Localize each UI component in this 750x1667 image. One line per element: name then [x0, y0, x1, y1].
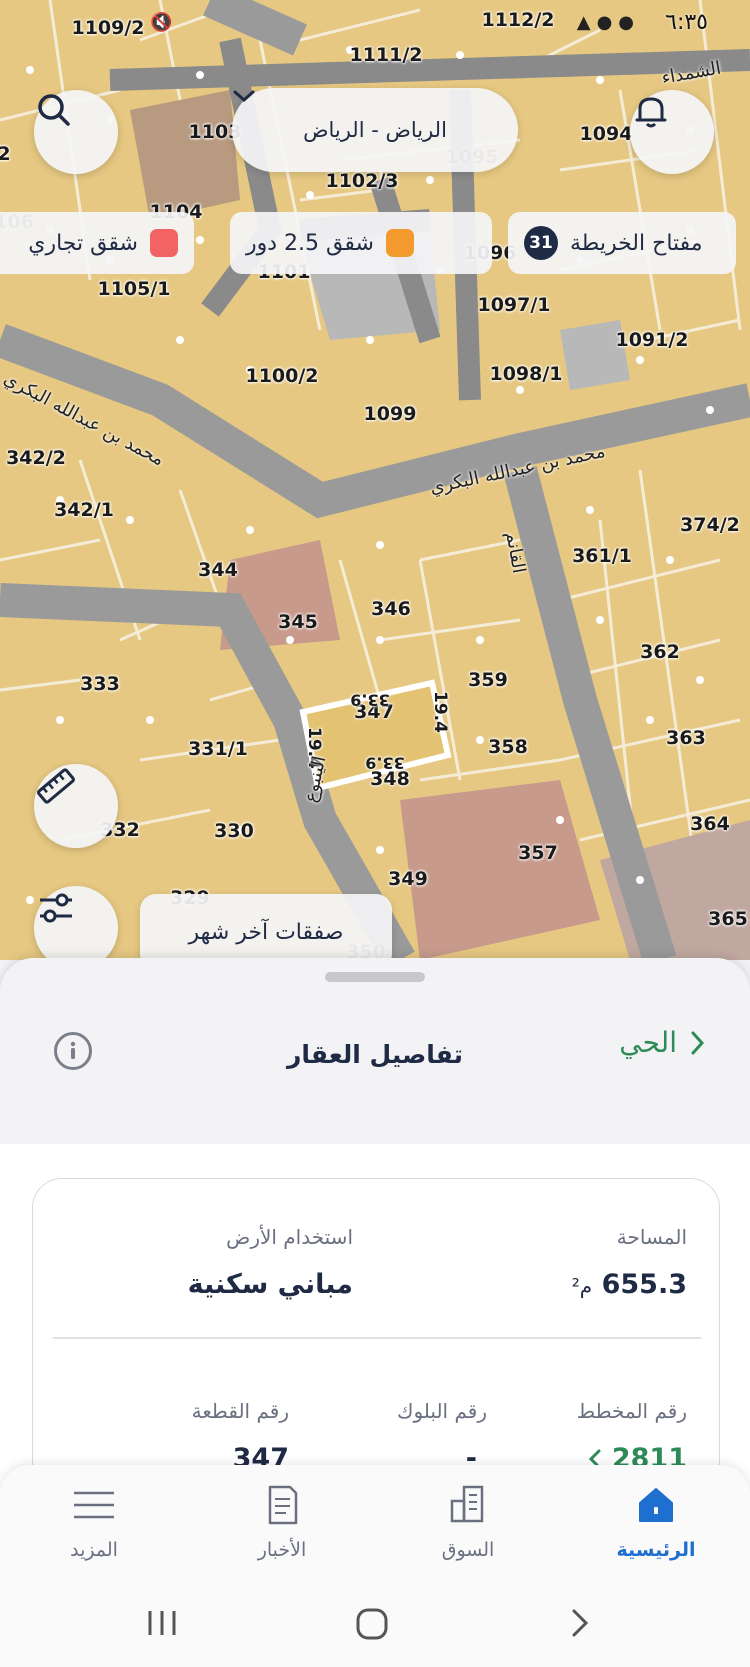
legend-item-commercial[interactable]: شقق تجاري: [0, 212, 194, 274]
plot-label[interactable]: 365: [708, 908, 748, 930]
bottom-nav: الرئيسية السوق الأخبار المزيد: [0, 1465, 750, 1585]
status-bar: 🔇 ▲●● ٦:٣٥: [0, 4, 750, 44]
city-selector[interactable]: الرياض - الرياض: [232, 88, 518, 172]
plot-label[interactable]: 1105/1: [97, 278, 170, 300]
plot-label[interactable]: 364: [690, 813, 730, 835]
plot-label[interactable]: 345: [278, 611, 318, 633]
area-label: المساحة: [616, 1225, 687, 1249]
city-selector-label: الرياض - الرياض: [303, 118, 447, 142]
notifications-button[interactable]: [630, 90, 714, 174]
plot-label[interactable]: 330: [214, 820, 254, 842]
nav-market[interactable]: السوق: [408, 1483, 528, 1561]
parcel-number-label: رقم القطعة: [191, 1399, 289, 1423]
mute-icon: 🔇: [150, 12, 173, 33]
menu-icon: [74, 1491, 114, 1519]
search-button[interactable]: [34, 90, 118, 174]
buildings-icon: [450, 1485, 484, 1523]
filter-button[interactable]: [34, 886, 118, 960]
home-icon: [639, 1488, 673, 1522]
legend-swatch: [150, 229, 178, 257]
news-icon: [268, 1485, 298, 1525]
plot-label[interactable]: 349: [388, 868, 428, 890]
legend-item-label: شقق تجاري: [28, 230, 138, 256]
nav-more[interactable]: المزيد: [34, 1483, 154, 1561]
plot-label[interactable]: 344: [198, 559, 238, 581]
dimension-label: 19.4: [430, 691, 450, 733]
plot-label[interactable]: 358: [488, 736, 528, 758]
recent-deals-button[interactable]: صفقات آخر شهر: [140, 894, 392, 960]
bell-icon: [635, 97, 667, 128]
nav-news[interactable]: الأخبار: [222, 1483, 342, 1561]
chevron-down-icon: [233, 90, 255, 103]
home-system-icon[interactable]: [356, 1608, 388, 1640]
nav-home-label: الرئيسية: [616, 1539, 696, 1561]
card-divider: [53, 1337, 701, 1339]
recent-apps-icon[interactable]: [148, 1611, 176, 1635]
nav-news-label: الأخبار: [257, 1539, 307, 1561]
info-icon[interactable]: [54, 1032, 92, 1070]
plot-label[interactable]: 333: [80, 673, 120, 695]
plot-label[interactable]: 361/1: [572, 545, 632, 567]
plot-label[interactable]: 1094: [580, 123, 633, 145]
status-time: ٦:٣٥: [665, 10, 708, 35]
nav-home[interactable]: الرئيسية: [596, 1483, 716, 1561]
map-key-chip[interactable]: 31 مفتاح الخريطة: [508, 212, 736, 274]
map-key-count: 31: [524, 226, 558, 260]
plot-label[interactable]: 1091/2: [615, 329, 688, 351]
map-key-label: مفتاح الخريطة: [570, 230, 703, 256]
measure-button[interactable]: [34, 764, 118, 848]
area-number: 655.3: [601, 1269, 687, 1300]
plot-label[interactable]: 342/2: [6, 447, 66, 469]
plot-label[interactable]: 1100/2: [245, 365, 318, 387]
sliders-icon: [40, 893, 72, 923]
dimension-label: 33.9: [365, 753, 405, 773]
plot-label[interactable]: 2: [0, 143, 11, 165]
search-icon: [38, 94, 70, 126]
plot-label[interactable]: 1097/1: [477, 294, 550, 316]
plot-label[interactable]: 1098/1: [489, 363, 562, 385]
sheet-drag-handle[interactable]: [325, 972, 425, 982]
map-view[interactable]: 1109/2 1112/2 1111/2 1103 1095 1094 1102…: [0, 0, 750, 960]
plot-label[interactable]: 359: [468, 669, 508, 691]
plot-label[interactable]: 1102/3: [325, 170, 398, 192]
plot-label[interactable]: 346: [371, 598, 411, 620]
sheet-title: تفاصيل العقار: [287, 1040, 463, 1069]
legend-item-label: شقق 2.5 دور: [246, 230, 374, 256]
dimension-label: 33.9: [350, 690, 390, 710]
land-use-label: استخدام الأرض: [226, 1225, 353, 1249]
plan-number-label: رقم المخطط: [576, 1399, 687, 1423]
ruler-icon: [37, 768, 75, 804]
system-navigation-bar: [0, 1585, 750, 1667]
back-system-icon[interactable]: [572, 1609, 589, 1637]
nav-more-label: المزيد: [70, 1539, 118, 1561]
plot-label[interactable]: 374/2: [680, 514, 740, 536]
land-use-value: مباني سكنية: [187, 1269, 353, 1300]
plot-label[interactable]: 342/1: [54, 499, 114, 521]
plot-label[interactable]: 357: [518, 842, 558, 864]
legend-item-apartments[interactable]: شقق 2.5 دور: [230, 212, 492, 274]
plot-label[interactable]: 1111/2: [349, 44, 422, 66]
area-value: 655.3 م²: [572, 1269, 687, 1300]
sheet-header: الحي تفاصيل العقار: [0, 988, 750, 1098]
recent-deals-label: صفقات آخر شهر: [188, 919, 344, 945]
notification-icons: ▲●●: [576, 12, 640, 33]
plot-label[interactable]: 1099: [364, 403, 417, 425]
plot-label[interactable]: 363: [666, 727, 706, 749]
nav-market-label: السوق: [441, 1539, 495, 1561]
plot-label[interactable]: 331/1: [188, 738, 248, 760]
area-unit: م²: [571, 1274, 593, 1298]
plot-label[interactable]: 362: [640, 641, 680, 663]
legend-swatch: [385, 229, 414, 257]
block-number-label: رقم البلوك: [396, 1399, 487, 1423]
